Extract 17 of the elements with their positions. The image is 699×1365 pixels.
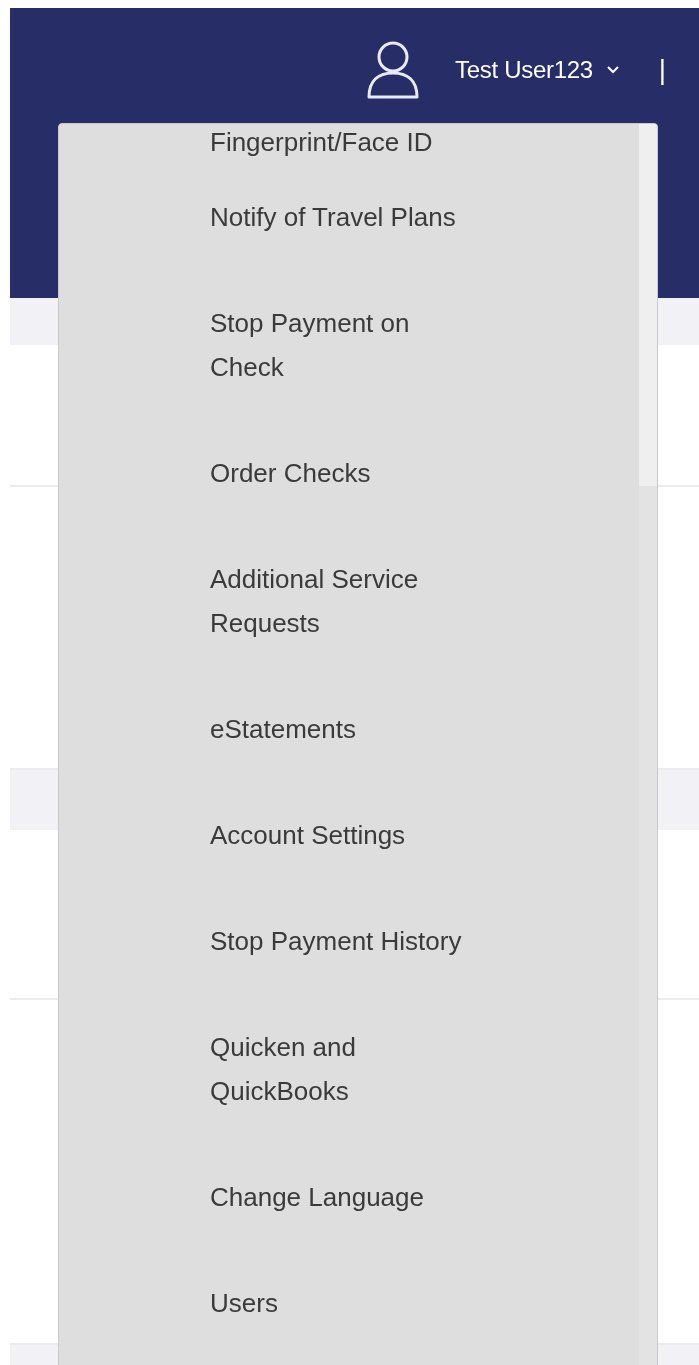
menu-item[interactable]: Fingerprint/Face ID <box>210 124 433 164</box>
user-icon[interactable] <box>365 40 421 100</box>
scrollbar[interactable] <box>639 124 657 1365</box>
menu-item[interactable]: Users <box>210 1281 278 1325</box>
scrollbar-thumb[interactable] <box>639 124 657 486</box>
separator: | <box>658 54 667 86</box>
menu-item[interactable]: eStatements <box>210 707 356 751</box>
caret-icon <box>606 66 619 74</box>
menu-item[interactable]: Stop Payment History <box>210 919 462 963</box>
user-menu-button[interactable]: Test User123 <box>455 56 619 84</box>
menu-item[interactable]: Quicken and QuickBooks <box>210 1025 472 1113</box>
menu-item[interactable]: Change Language <box>210 1175 424 1219</box>
menu-item[interactable]: Stop Payment on Check <box>210 301 472 389</box>
menu-item[interactable]: Additional Service Requests <box>210 557 472 645</box>
menu-item[interactable]: Order Checks <box>210 451 371 495</box>
menu-item[interactable]: Notify of Travel Plans <box>210 195 456 239</box>
menu-item[interactable]: Account Settings <box>210 813 406 857</box>
